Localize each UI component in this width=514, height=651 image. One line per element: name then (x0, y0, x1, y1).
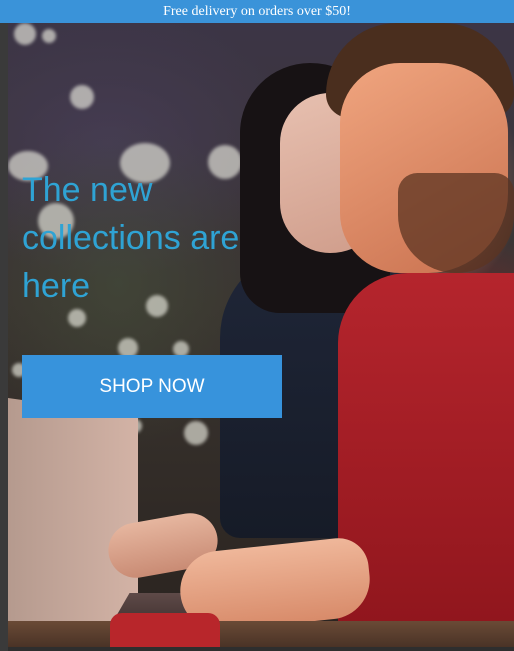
red-cup (110, 613, 220, 647)
bokeh-light (68, 309, 86, 327)
bokeh-light (42, 29, 56, 43)
bokeh-light (14, 23, 36, 45)
promo-banner: Free delivery on orders over $50! (0, 0, 514, 23)
promo-text: Free delivery on orders over $50! (163, 4, 351, 19)
hero-headline: The new collections are here (22, 171, 240, 305)
bokeh-light (70, 85, 94, 109)
left-edge (0, 0, 8, 651)
page-frame: Free delivery on orders over $50! The ne… (0, 0, 514, 651)
hero-image (8, 23, 514, 647)
table (8, 621, 514, 647)
bokeh-light (184, 421, 208, 445)
shop-now-button[interactable]: SHOP NOW (22, 355, 282, 418)
